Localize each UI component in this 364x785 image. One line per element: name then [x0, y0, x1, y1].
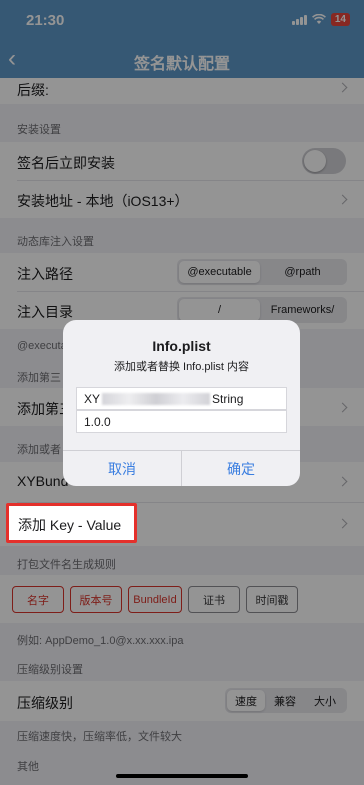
key-input[interactable]: XY String: [76, 387, 287, 410]
blurred-text: [102, 392, 211, 405]
dialog-message: 添加或者替换 Info.plist 内容: [113, 361, 250, 373]
key-prefix: XY: [84, 391, 101, 406]
dialog-buttons: 取消 确定: [63, 450, 300, 486]
cancel-button[interactable]: 取消: [63, 451, 181, 486]
info-plist-dialog: Info.plist 添加或者替换 Info.plist 内容 XY String…: [63, 320, 300, 486]
value-input[interactable]: 1.0.0: [76, 410, 287, 433]
key-suffix: String: [212, 391, 244, 406]
highlight-add-key-value-label: 添加 Key - Value: [18, 517, 122, 533]
dialog-title: Info.plist: [152, 338, 211, 354]
home-indicator: [116, 774, 248, 778]
value-text: 1.0.0: [84, 414, 111, 429]
highlight-box: 添加 Key - Value: [6, 503, 137, 543]
confirm-button[interactable]: 确定: [181, 451, 300, 486]
